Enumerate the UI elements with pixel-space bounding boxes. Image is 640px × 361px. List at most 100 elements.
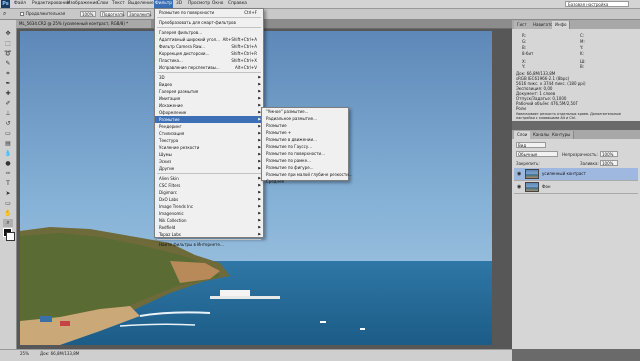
submenu-arrow-icon: ▶ [258,75,261,79]
layer-row[interactable]: ◉ Фон [514,181,638,194]
menu-file[interactable]: Файл [14,0,26,8]
menu-3d[interactable]: 3D [176,0,182,8]
pen-tool-icon[interactable]: ✑ [3,170,13,178]
layer-kind-filter[interactable]: Вид [516,142,546,148]
zoom-tool-icon[interactable]: ⌕ [3,11,6,17]
document-tab[interactable]: ML_5634.CR2 @ 25% (усиленный контраст, R… [16,20,151,28]
submenu-arrow-icon: ▶ [258,211,261,215]
eraser-tool-icon[interactable]: ▭ [3,130,13,138]
continuous-checkbox[interactable] [20,12,24,16]
hand-tool-icon[interactable]: ✋ [3,210,13,218]
fit-button[interactable]: Подогнать [100,11,125,17]
eye-icon[interactable]: ◉ [517,184,521,190]
gradient-tool-icon[interactable]: ▤ [3,140,13,148]
move-tool-icon[interactable]: ✥ [3,30,13,38]
lasso-tool-icon[interactable]: ➰ [3,50,13,58]
submenu-item-average[interactable]: Среднее [262,178,348,185]
submenu-item-gaussian-blur[interactable]: Размытие по Гауссу... [262,143,348,150]
eye-icon[interactable]: ◉ [517,171,521,177]
menu-item-csc-filters[interactable]: CSC Filters ▶ [155,182,263,189]
menu-edit[interactable]: Редактирование [32,0,70,8]
menu-layers[interactable]: Слои [97,0,108,8]
fill-field[interactable]: 100% [600,160,618,166]
menu-item-topaz-labs[interactable]: Topaz Labs ▶ [155,231,263,238]
menu-item-distort[interactable]: Искажение ▶ [155,102,263,109]
menu-item-imagenomic[interactable]: Imagenomic ▶ [155,210,263,217]
submenu-arrow-icon: ▶ [258,96,261,100]
menu-text[interactable]: Текст [112,0,125,8]
crop-tool-icon[interactable]: ⌗ [3,70,13,78]
history-brush-tool-icon[interactable]: ↺ [3,120,13,128]
menu-item-last-filter[interactable]: Размытие по поверхности Ctrl+F [155,9,263,16]
menu-item-camera-raw[interactable]: Фильтр Camera Raw... Shift+Ctrl+A [155,43,263,50]
submenu-item-smart-blur[interactable]: "Умное" размытие... [262,108,348,115]
stamp-tool-icon[interactable]: ⊥ [3,110,13,118]
status-zoom[interactable]: 25% [20,351,29,356]
menu-item-lens-correction[interactable]: Коррекция дисторсии... Shift+Ctrl+R [155,50,263,57]
menu-window[interactable]: Окно [212,0,223,8]
menu-item-vanishing-point[interactable]: Исправление перспективы... Alt+Ctrl+V [155,64,263,71]
type-tool-icon[interactable]: T [3,180,13,188]
menu-item-video[interactable]: Видео ▶ [155,81,263,88]
menu-item-texture[interactable]: Текстура ▶ [155,137,263,144]
submenu-item-lens-blur[interactable]: Размытие при малой глубине резкости... [262,171,353,178]
menu-item-redfield[interactable]: Redfield ▶ [155,224,263,231]
eyedropper-tool-icon[interactable]: ✒ [3,80,13,88]
menu-view[interactable]: Просмотр [188,0,210,8]
path-select-tool-icon[interactable]: ➤ [3,190,13,198]
tab-layers[interactable]: Слои [514,131,532,139]
menu-item-convert-smart[interactable]: Преобразовать для смарт-фильтров [155,19,263,26]
shape-tool-icon[interactable]: ▭ [3,200,13,208]
workspace-select[interactable]: Базовая настройка [565,1,629,7]
menu-item-adaptive-wide-angle[interactable]: Адаптивный широкий угол... Alt+Shift+Ctrl… [155,36,263,43]
submenu-item-blur[interactable]: Размытие [262,122,348,129]
submenu-item-blur-more[interactable]: Размытие + [262,129,348,136]
brush-tool-icon[interactable]: ✐ [3,100,13,108]
menu-filter[interactable]: Фильтр [154,0,174,8]
zoom-field[interactable]: 100% [80,11,96,17]
submenu-item-shape-blur[interactable]: Размытие по фигуре... [262,164,348,171]
dodge-tool-icon[interactable]: ● [3,160,13,168]
layer-name: Фон [542,184,551,189]
menu-item-digimarc[interactable]: Digimarc ▶ [155,189,263,196]
fill-button[interactable]: Заполнить [127,11,152,17]
menu-item-noise[interactable]: Шумы ▶ [155,151,263,158]
tab-info[interactable]: Инфо [552,21,571,29]
menu-item-sketch[interactable]: Эскиз ▶ [155,158,263,165]
menu-item-blur-gallery[interactable]: Галерея размытия ▶ [155,88,263,95]
submenu-item-surface-blur[interactable]: Размытие по поверхности... [262,150,348,157]
menu-item-filter-gallery[interactable]: Галерея фильтров... [155,29,263,36]
menu-item-image-trends[interactable]: Image Trends Inc ▶ [155,203,263,210]
submenu-item-box-blur[interactable]: Размытие по рамке... [262,157,348,164]
menu-item-pixelate[interactable]: Оформление ▶ [155,109,263,116]
menu-image[interactable]: Изображение [67,0,98,8]
menu-item-3d[interactable]: 3D ▶ [155,74,263,81]
menu-select[interactable]: Выделение [128,0,154,8]
zoom-tool-icon[interactable]: ⌕ [3,219,13,227]
opacity-field[interactable]: 100% [600,151,618,157]
menu-item-sharpen[interactable]: Усиление резкости ▶ [155,144,263,151]
marquee-tool-icon[interactable]: ⬚ [3,40,13,48]
submenu-item-motion-blur[interactable]: Размытие в движении... [262,136,348,143]
layer-row[interactable]: ◉ усиленный контраст [514,168,638,181]
tab-paths[interactable]: Контуры [549,131,575,139]
menu-item-dxo-labs[interactable]: DxO Labs ▶ [155,196,263,203]
menu-item-liquify[interactable]: Пластика... Shift+Ctrl+X [155,57,263,64]
submenu-item-radial-blur[interactable]: Радиальное размытие... [262,115,348,122]
healing-tool-icon[interactable]: ✚ [3,90,13,98]
menu-item-alien-skin[interactable]: Alien Skin ▶ [155,175,263,182]
menu-item-blur[interactable]: Размытие ▶ [155,116,263,123]
menu-item-browse-online[interactable]: Найти фильтры в Интернете... [155,241,263,248]
info-hint: Увеличивает резкость отдельных краев. До… [516,112,621,120]
menu-item-stylize[interactable]: Стилизация ▶ [155,130,263,137]
tab-histogram[interactable]: Гист [514,21,531,29]
blend-mode-select[interactable]: Обычные [516,151,558,157]
menu-help[interactable]: Справка [228,0,247,8]
quick-select-tool-icon[interactable]: ✎ [3,60,13,68]
menu-item-nik-collection[interactable]: Nik Collection ▶ [155,217,263,224]
menu-item-artistic[interactable]: Имитация ▶ [155,95,263,102]
menu-item-other[interactable]: Другие ▶ [155,165,263,172]
blur-tool-icon[interactable]: 💧 [3,150,13,158]
menu-item-render[interactable]: Рендеринг ▶ [155,123,263,130]
background-color-swatch[interactable] [6,232,15,241]
